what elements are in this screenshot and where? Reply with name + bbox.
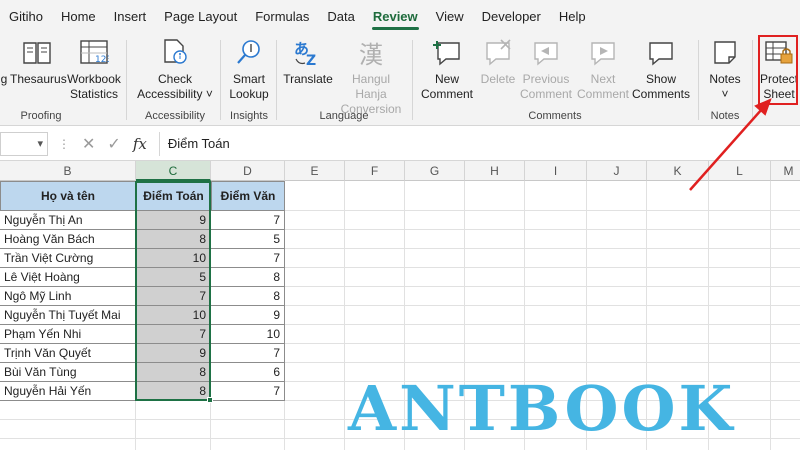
watermark-logo: ANTBOOK — [348, 372, 736, 445]
